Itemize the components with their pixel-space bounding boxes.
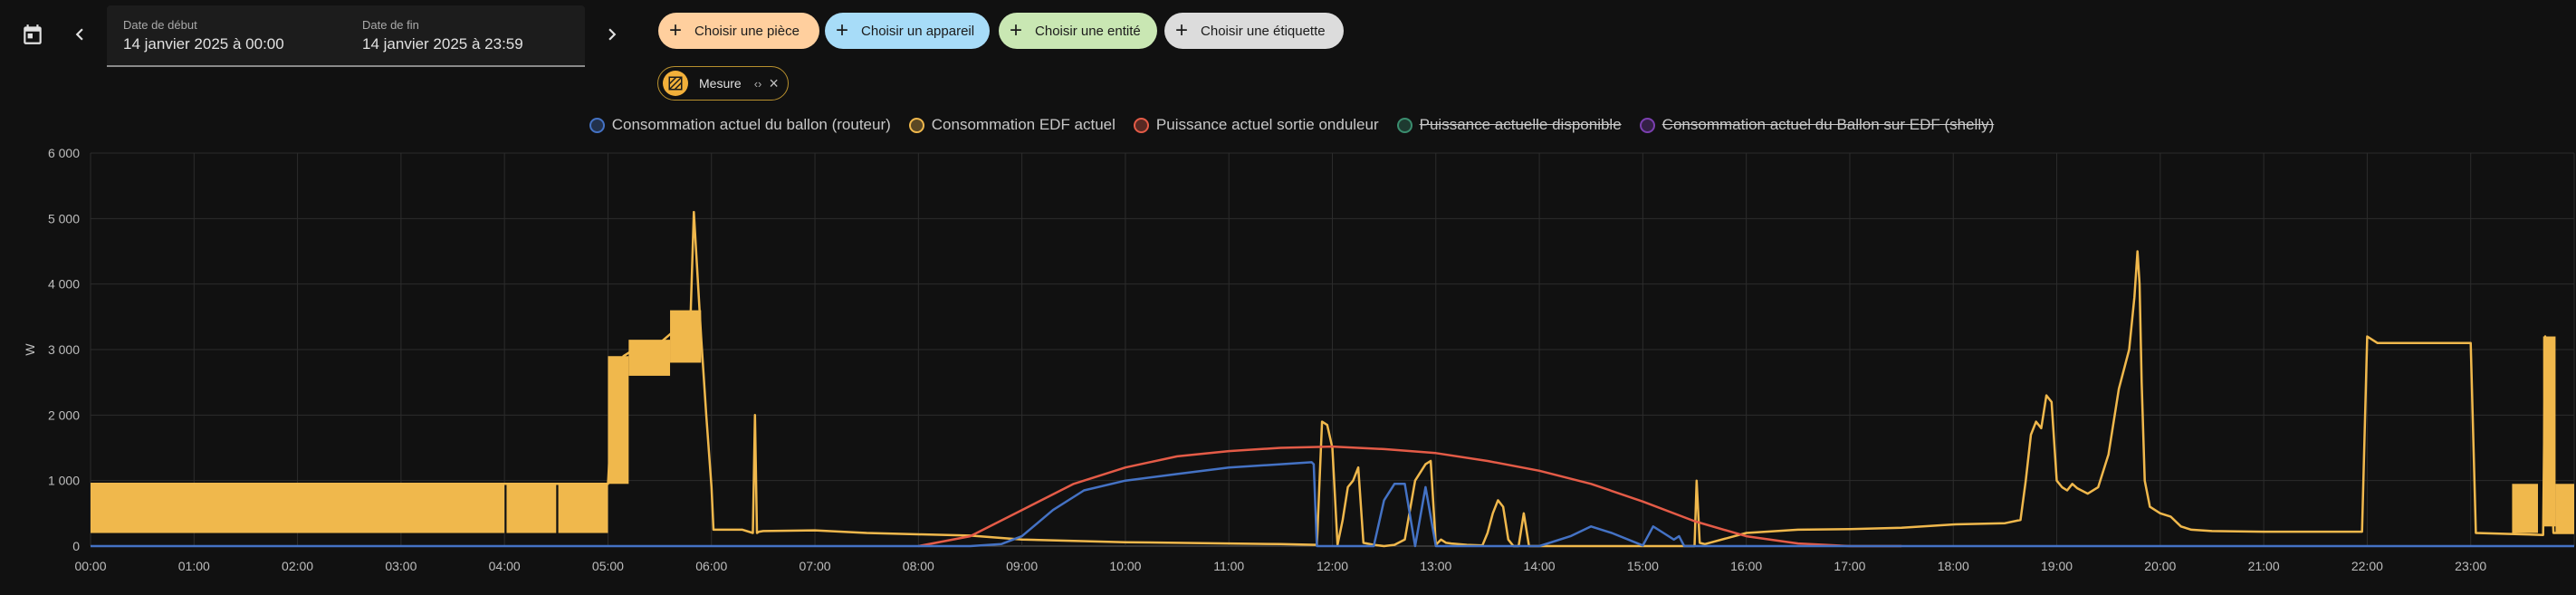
y-tick-label: 3 000 <box>48 342 80 357</box>
end-date-value: 14 janvier 2025 à 23:59 <box>362 35 523 53</box>
y-tick-label: 5 000 <box>48 211 80 226</box>
legend-item[interactable]: Consommation actuel du Ballon sur EDF (s… <box>1639 116 1995 134</box>
series-line <box>918 445 1902 548</box>
x-tick-label: 06:00 <box>695 559 727 573</box>
choose-device-label: Choisir un appareil <box>861 23 975 39</box>
x-tick-label: 10:00 <box>1109 559 1141 573</box>
legend-label: Puissance actuelle disponible <box>1419 116 1622 133</box>
x-tick-label: 19:00 <box>2041 559 2073 573</box>
legend-dot <box>589 117 605 133</box>
x-tick-label: 18:00 <box>1938 559 1969 573</box>
edf-fill-band <box>2512 484 2538 533</box>
y-axis-label: W <box>23 343 37 356</box>
selected-label-chip[interactable]: Mesure ‹› × <box>657 66 789 101</box>
history-chart: 0 1 000 2 000 3 000 4 000 5 000 6 000 00:00 01:0… <box>23 146 2575 573</box>
plus-icon: + <box>669 18 683 43</box>
legend-item[interactable]: Consommation actuel du ballon (routeur) <box>589 116 891 134</box>
y-tick-label: 1 000 <box>48 474 80 488</box>
legend-dot <box>908 117 924 133</box>
start-date-value: 14 janvier 2025 à 00:00 <box>123 35 284 53</box>
x-tick-label: 13:00 <box>1420 559 1451 573</box>
legend-label: Consommation EDF actuel <box>931 116 1116 133</box>
x-tick-label: 23:00 <box>2455 559 2486 573</box>
choose-room-button[interactable]: + Choisir une pièce <box>658 13 819 49</box>
plus-icon: + <box>1010 18 1023 43</box>
x-tick-label: 11:00 <box>1213 559 1244 573</box>
date-range-picker[interactable]: Date de début 14 janvier 2025 à 00:00 Da… <box>107 5 585 67</box>
legend-dot <box>1133 117 1149 133</box>
x-tick-label: 09:00 <box>1006 559 1038 573</box>
x-tick-label: 00:00 <box>74 559 106 573</box>
calendar-button[interactable] <box>13 14 53 54</box>
x-tick-label: 16:00 <box>1730 559 1762 573</box>
selected-label-text: Mesure <box>699 76 742 91</box>
x-tick-label: 21:00 <box>2248 559 2280 573</box>
end-date-label: Date de fin <box>362 18 419 32</box>
x-tick-label: 08:00 <box>903 559 934 573</box>
plus-icon: + <box>836 18 849 43</box>
legend-item[interactable]: Puissance actuel sortie onduleur <box>1133 116 1379 134</box>
edf-fill-band <box>91 484 505 533</box>
y-tick-label: 2 000 <box>48 408 80 422</box>
y-tick-label: 6 000 <box>48 146 80 160</box>
expand-icon[interactable]: ‹› <box>754 77 762 91</box>
x-tick-label: 17:00 <box>1834 559 1865 573</box>
legend-item[interactable]: Consommation EDF actuel <box>908 116 1116 134</box>
x-tick-label: 20:00 <box>2144 559 2176 573</box>
x-tick-label: 03:00 <box>385 559 417 573</box>
legend-dot <box>1396 117 1412 133</box>
edf-fill-band <box>506 484 557 533</box>
legend-dot <box>1639 117 1655 133</box>
legend-item[interactable]: Puissance actuelle disponible <box>1396 116 1622 134</box>
chevron-right-icon <box>608 28 617 41</box>
x-tick-label: 12:00 <box>1317 559 1348 573</box>
x-tick-label: 02:00 <box>282 559 313 573</box>
legend-label: Puissance actuel sortie onduleur <box>1155 116 1379 133</box>
plus-icon: + <box>1175 18 1189 43</box>
edf-fill-band <box>2555 484 2574 533</box>
chart-legend: Consommation actuel du ballon (routeur) C… <box>0 116 2576 134</box>
chevron-left-icon <box>75 28 83 41</box>
choose-device-button[interactable]: + Choisir un appareil <box>825 13 990 49</box>
x-tick-label: 14:00 <box>1524 559 1556 573</box>
next-period-button[interactable] <box>592 14 632 54</box>
x-tick-label: 01:00 <box>178 559 210 573</box>
remove-chip-icon[interactable]: × <box>769 74 779 93</box>
choose-label-button[interactable]: + Choisir une étiquette <box>1164 13 1344 49</box>
choose-room-label: Choisir une pièce <box>694 23 800 39</box>
choose-entity-label: Choisir une entité <box>1035 23 1141 39</box>
x-tick-label: 05:00 <box>592 559 624 573</box>
legend-label: Consommation actuel du Ballon sur EDF (s… <box>1661 116 1995 133</box>
label-icon <box>663 71 688 96</box>
x-tick-label: 04:00 <box>489 559 521 573</box>
edf-fill-band <box>558 484 608 533</box>
x-tick-label: 15:00 <box>1627 559 1659 573</box>
choose-label-label: Choisir une étiquette <box>1201 23 1326 39</box>
start-date-field[interactable]: Date de début 14 janvier 2025 à 00:00 <box>123 18 284 53</box>
end-date-field[interactable]: Date de fin 14 janvier 2025 à 23:59 <box>362 18 523 53</box>
y-tick-label: 0 <box>72 539 80 553</box>
previous-period-button[interactable] <box>60 14 100 54</box>
start-date-label: Date de début <box>123 18 197 32</box>
choose-entity-button[interactable]: + Choisir une entité <box>999 13 1157 49</box>
legend-label: Consommation actuel du ballon (routeur) <box>611 116 891 133</box>
x-tick-label: 07:00 <box>800 559 831 573</box>
calendar-icon <box>24 24 42 44</box>
y-tick-label: 4 000 <box>48 277 80 292</box>
x-tick-label: 22:00 <box>2351 559 2383 573</box>
